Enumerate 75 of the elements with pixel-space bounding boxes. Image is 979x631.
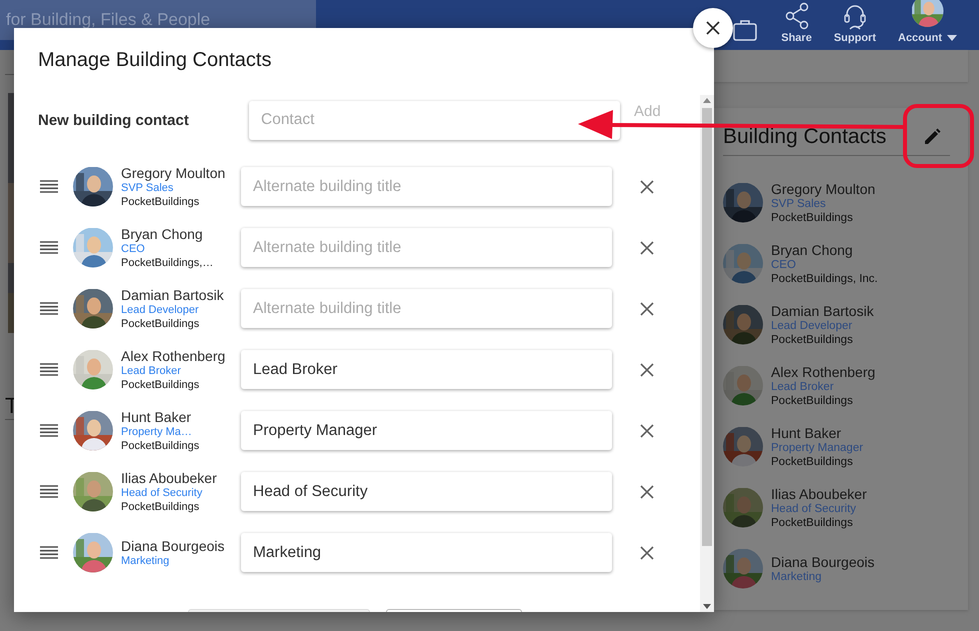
contact-company: PocketBuildings [121,500,200,514]
input-field[interactable]: Lead Broker [241,350,612,389]
highlight-frame [903,104,974,168]
contact-name: Diana Bourgeois [771,554,875,570]
contact-title: Lead Developer [121,302,200,316]
remove-button[interactable] [640,484,654,498]
field-label: New building contact [38,112,190,128]
contact-company: PocketBuildings [121,194,200,208]
contact-company: PocketBuildings [771,394,854,408]
contact-name: Ilias Aboubeker [771,486,867,502]
close-icon[interactable] [706,21,720,35]
contact-name: Hunt Baker [771,424,842,440]
contact-name: Diana Bourgeois [121,538,226,554]
contact-company: PocketBuildings [121,316,200,330]
contact-title: Property Ma… [121,424,193,438]
input-field[interactable]: Alternate building title [241,167,612,206]
contact-title: Property Manager [771,440,864,454]
input-field[interactable]: Property Manager [241,411,612,450]
edit-icon[interactable] [922,127,942,147]
contact-title: Lead Broker [771,380,835,394]
contact-title: Marketing [771,570,822,584]
contact-name: Damian Bartosik [121,286,225,302]
nav-link[interactable]: Support [834,32,876,44]
contact-company: PocketBuildings [771,332,854,346]
contact-title: Lead Broker [121,364,182,378]
contact-name: Gregory Moulton [121,164,226,180]
contact-title: Head of Security [121,486,204,500]
caret-icon[interactable] [947,35,957,41]
contact-name: Damian Bartosik [771,302,874,318]
remove-button[interactable] [640,424,654,438]
contact-title: Marketing [121,554,170,568]
contact-company: PocketBuildings, Inc. [771,272,878,286]
account-menu[interactable]: Account [898,32,942,44]
contact-name: Bryan Chong [771,242,854,258]
dialog-title: Manage Building Contacts [37,48,272,73]
contact-name: Bryan Chong [121,226,204,242]
remove-button[interactable] [640,302,654,316]
drag-handle-icon[interactable] [40,424,58,437]
contact-name: Alex Rothenberg [121,348,226,364]
drag-handle-icon[interactable] [40,546,58,559]
nav-link[interactable]: Share [781,32,812,44]
drag-handle-icon[interactable] [40,180,58,193]
contact-company: PocketBuildings [771,516,854,530]
contact-company: PocketBuildings [771,210,854,224]
contact-name: Ilias Aboubeker [121,470,218,486]
contact-title: CEO [121,242,146,256]
scrollbar[interactable] [700,95,714,612]
contact-title: Head of Security [771,502,858,516]
input-field[interactable]: Alternate building title [241,228,612,267]
card-title: Building Contacts [723,125,886,149]
drag-handle-icon[interactable] [40,241,58,254]
contact-title: Lead Developer [771,318,854,332]
contact-title: CEO [771,258,797,272]
input-field[interactable]: Head of Security [241,472,612,511]
contact-title: SVP Sales [771,197,827,210]
drag-handle-icon[interactable] [40,485,58,498]
contact-name: Hunt Baker [121,408,192,424]
drag-handle-icon[interactable] [40,363,58,376]
contact-title: SVP Sales [121,181,174,194]
contact-name: Alex Rothenberg [771,364,876,380]
remove-button[interactable] [640,362,654,376]
contact-company: PocketBuildings [121,378,200,392]
drag-handle-icon[interactable] [40,302,58,315]
remove-button[interactable] [640,180,654,194]
contact-company: PocketBuildings [121,438,200,452]
input-field[interactable]: Marketing [241,533,612,572]
remove-button[interactable] [640,240,654,254]
input-field[interactable]: Alternate building title [241,289,612,328]
contact-name: Gregory Moulton [771,180,876,196]
scroll-up-icon[interactable] [703,98,711,103]
contact-company: PocketBuildings,… [121,256,214,270]
remove-button[interactable] [640,546,654,560]
input-field[interactable]: Contact [249,100,620,140]
contact-company: PocketBuildings [771,454,854,468]
scroll-down-icon[interactable] [703,604,711,609]
